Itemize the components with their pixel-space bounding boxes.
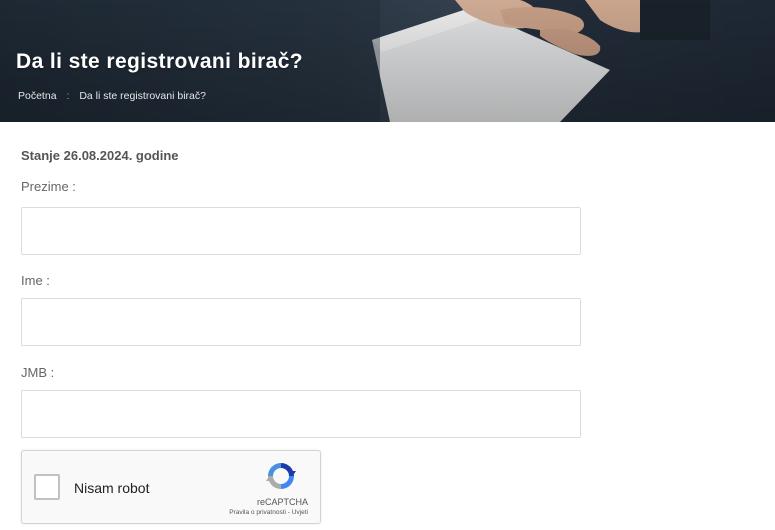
first-name-label: Ime : bbox=[21, 273, 50, 288]
breadcrumb-home-link[interactable]: Početna bbox=[18, 90, 57, 102]
recaptcha-widget: Nisam robot reCAPTCHA Pravila o privatno… bbox=[21, 450, 321, 524]
breadcrumb-separator: : bbox=[66, 90, 70, 102]
surname-label: Prezime : bbox=[21, 179, 76, 194]
first-name-input[interactable] bbox=[21, 298, 581, 346]
page-header-banner: Da li ste registrovani birač? Početna : … bbox=[0, 0, 775, 122]
jmb-label: JMB : bbox=[21, 365, 55, 380]
breadcrumb-current: Da li ste registrovani birač? bbox=[79, 90, 206, 102]
recaptcha-logo-icon bbox=[266, 463, 296, 489]
surname-input[interactable] bbox=[21, 207, 581, 255]
status-date: Stanje 26.08.2024. godine bbox=[21, 148, 179, 163]
recaptcha-terms-link[interactable]: Uvjeti bbox=[292, 509, 308, 516]
recaptcha-terms: Pravila o privatnosti - Uvjeti bbox=[229, 509, 308, 516]
breadcrumb: Početna : Da li ste registrovani birač? bbox=[18, 90, 206, 102]
recaptcha-checkbox[interactable] bbox=[34, 474, 60, 500]
recaptcha-label: Nisam robot bbox=[74, 480, 150, 496]
recaptcha-privacy-link[interactable]: Pravila o privatnosti bbox=[229, 509, 286, 516]
recaptcha-brand: reCAPTCHA bbox=[256, 497, 308, 507]
page-title: Da li ste registrovani birač? bbox=[16, 50, 304, 73]
jmb-input[interactable] bbox=[21, 390, 581, 438]
